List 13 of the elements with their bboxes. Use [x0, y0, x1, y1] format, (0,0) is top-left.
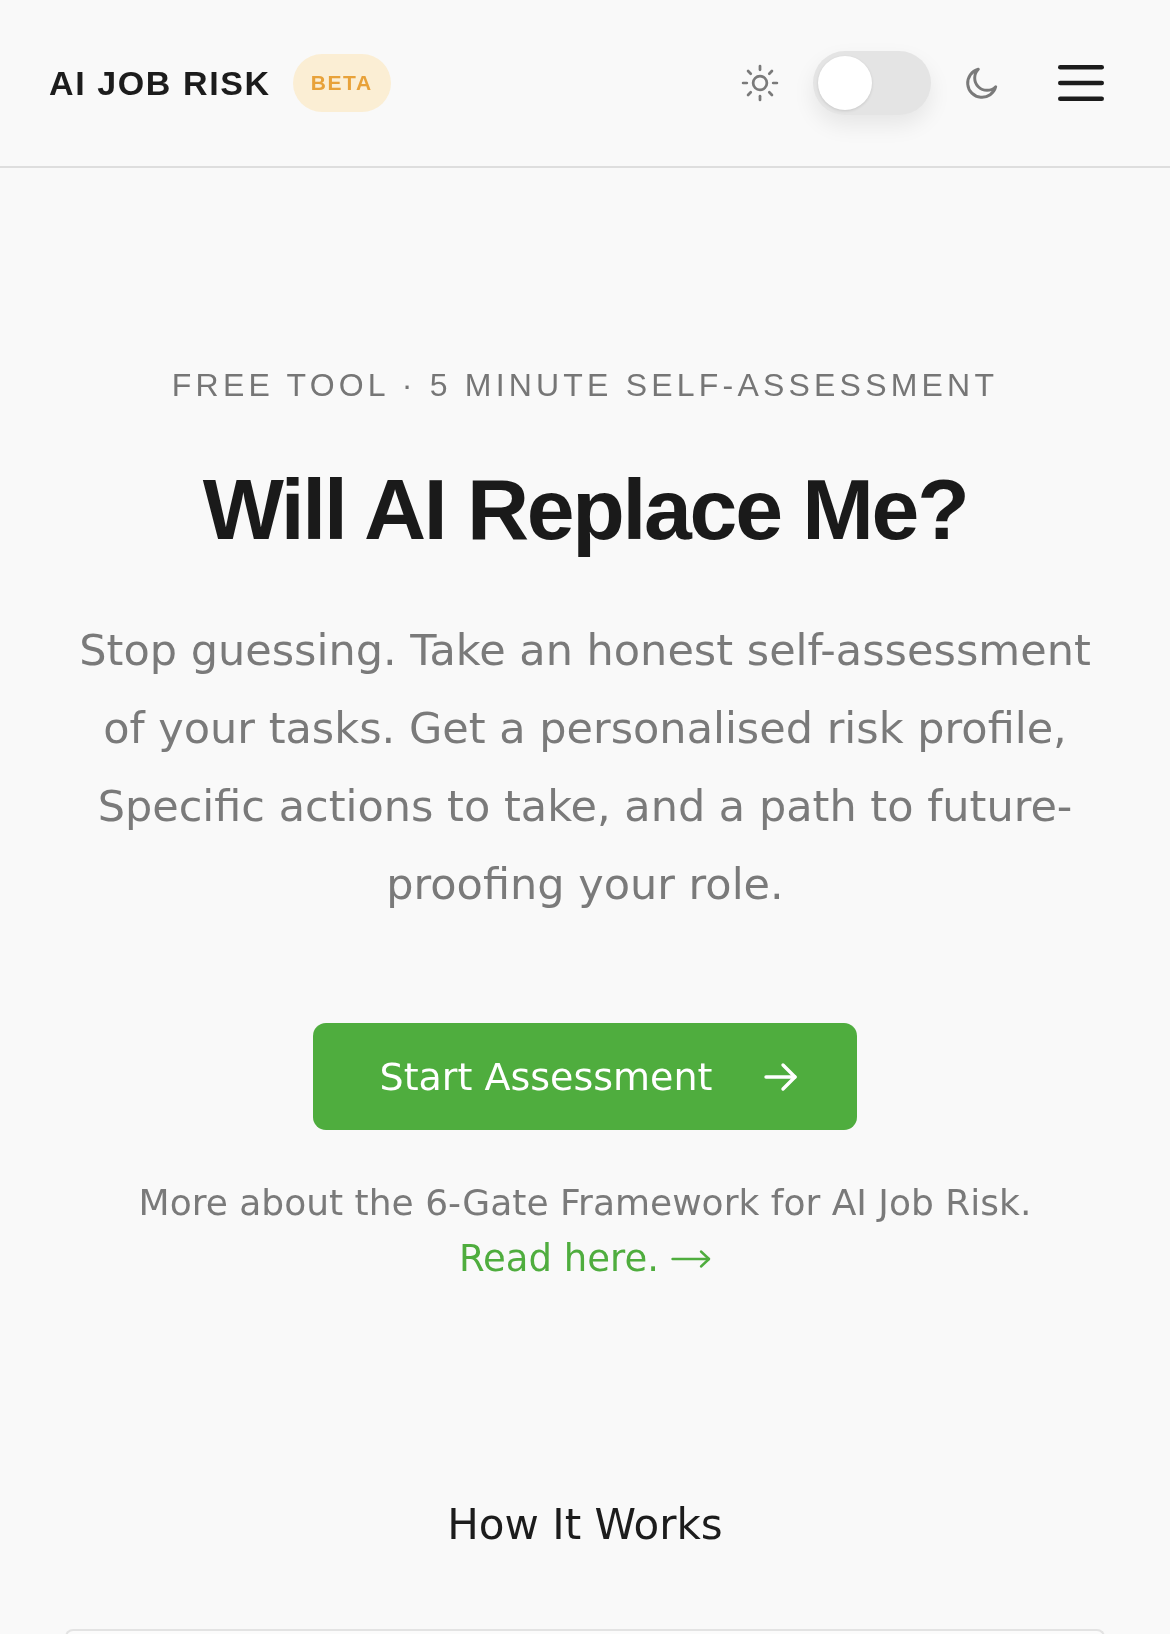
logo-text[interactable]: AI JOB RISK — [49, 63, 271, 103]
sun-icon — [741, 64, 779, 102]
framework-note: More about the 6-Gate Framework for AI Job Risk. — [138, 1181, 1032, 1225]
read-here-link[interactable]: Read here. — [459, 1231, 711, 1287]
arrow-right-icon — [670, 1249, 711, 1269]
hero-title: Will AI Replace Me? — [202, 460, 968, 559]
menu-icon[interactable] — [1058, 65, 1104, 101]
section-heading: How It Works — [447, 1499, 723, 1551]
arrow-right-icon — [764, 1061, 799, 1092]
hero-description: Stop guessing. Take an honest self-assessment of your tasks. Get a personalised risk profile, Specific actions to take, and a path to future-proofing your role. — [78, 624, 1092, 911]
start-assessment-button[interactable]: Start Assessment — [313, 1023, 857, 1130]
eyebrow-text: FREE TOOL · 5 MINUTE SELF-ASSESSMENT — [171, 366, 999, 405]
beta-badge: BETA — [292, 54, 391, 112]
